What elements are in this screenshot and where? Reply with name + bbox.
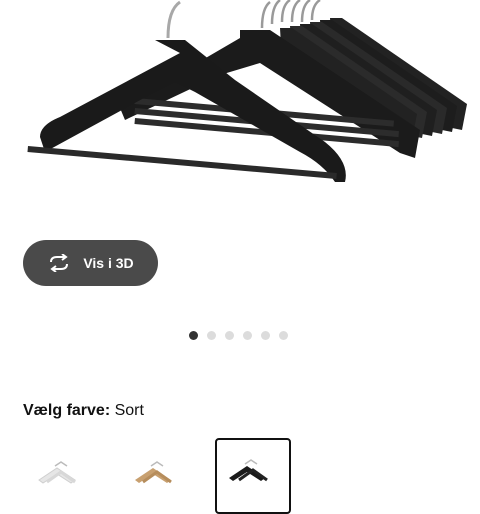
carousel-dot-6[interactable] [279,330,288,340]
product-image-hangers [27,0,467,182]
carousel-dot-1[interactable] [189,330,198,340]
color-selector-label: Vælg farve: Sort [23,402,144,420]
selected-color-value: Sort [114,402,144,419]
swatch-natural[interactable] [119,438,195,514]
carousel-dot-5[interactable] [261,330,270,340]
view-3d-button[interactable]: Vis i 3D [23,240,158,286]
swatch-black[interactable] [215,438,291,514]
rotate-3d-icon [47,254,71,272]
carousel-dot-3[interactable] [225,330,234,340]
choose-color-label: Vælg farve: [23,402,111,419]
carousel-pagination [189,330,288,340]
view-3d-label: Vis i 3D [83,255,134,271]
carousel-dot-4[interactable] [243,330,252,340]
carousel-dot-2[interactable] [207,330,216,340]
swatch-white[interactable] [23,438,99,514]
color-swatches [23,438,291,514]
